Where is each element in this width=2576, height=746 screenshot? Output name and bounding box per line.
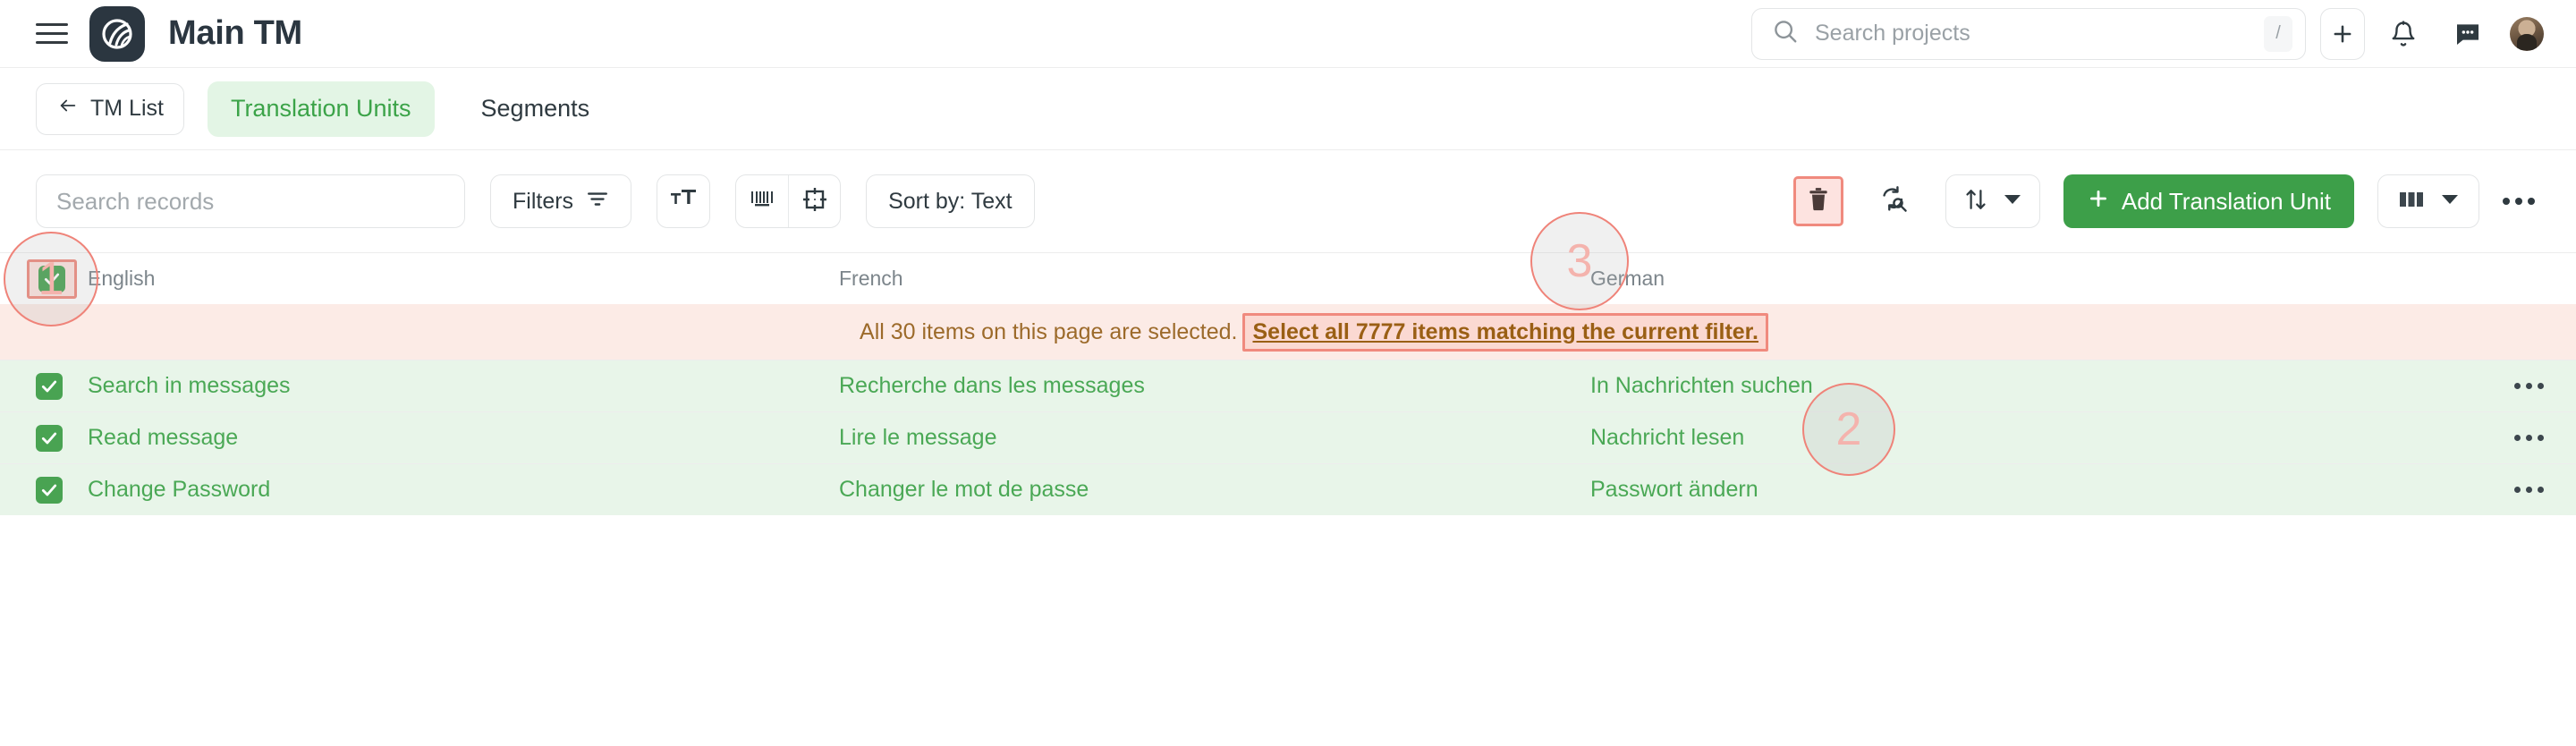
row-select-cell — [36, 424, 88, 452]
cell-german: Passwort ändern — [1590, 477, 1758, 502]
row-checkbox[interactable] — [36, 372, 63, 400]
table-row[interactable]: Change Password Changer le mot de passe … — [0, 463, 2576, 515]
sort-by-label: Sort by: Text — [888, 188, 1013, 214]
cell-german: Nachricht lesen — [1590, 425, 1745, 450]
font-size-button[interactable] — [657, 174, 711, 228]
delete-button[interactable] — [1792, 176, 1843, 226]
tag-target-button-group — [735, 174, 842, 228]
cell-english: Read message — [88, 425, 239, 450]
avatar[interactable] — [2510, 16, 2544, 51]
column-header-english[interactable]: English — [88, 267, 839, 291]
top-bar: Main TM / — [0, 0, 2576, 68]
records-search[interactable] — [36, 174, 465, 228]
filters-button[interactable]: Filters — [490, 174, 632, 228]
cell-english: Search in messages — [88, 373, 291, 398]
target-button[interactable] — [788, 175, 840, 227]
search-input[interactable] — [1813, 20, 2264, 47]
notifications-button[interactable] — [2377, 8, 2429, 60]
create-new-button[interactable] — [2320, 7, 2365, 60]
crosshair-target-icon — [801, 186, 828, 217]
tab-bar: TM List Translation Units Segments — [0, 68, 2576, 150]
trash-icon — [1807, 187, 1830, 216]
row-select-cell — [36, 476, 88, 504]
arrow-left-icon — [56, 96, 80, 122]
barcode-tag-button[interactable] — [736, 175, 788, 227]
more-horizontal-icon — [2514, 487, 2544, 493]
chevron-down-icon — [2004, 193, 2021, 210]
search-icon — [1772, 18, 1799, 49]
cell-french: Lire le message — [839, 425, 997, 450]
select-all-matching-highlight: Select all 7777 items matching the curre… — [1242, 312, 1768, 352]
select-all-cell — [27, 259, 88, 299]
cell-english: Change Password — [88, 477, 271, 502]
tab-translation-units-label: Translation Units — [230, 95, 411, 122]
select-all-matching-link[interactable]: Select all 7777 items matching the curre… — [1252, 319, 1758, 344]
columns-icon — [2398, 188, 2425, 216]
filter-icon — [586, 187, 609, 216]
chevron-down-icon — [2441, 193, 2459, 210]
more-horizontal-icon — [2503, 198, 2535, 205]
cell-french: Changer le mot de passe — [839, 477, 1089, 502]
sort-by-button[interactable]: Sort by: Text — [866, 174, 1035, 228]
refresh-search-icon — [1880, 185, 1909, 218]
columns-dropdown[interactable] — [2377, 174, 2479, 228]
hamburger-icon[interactable] — [36, 21, 68, 47]
more-horizontal-icon — [2514, 383, 2544, 389]
column-header-german[interactable]: German — [1590, 267, 2463, 291]
back-to-tm-list-label: TM List — [90, 96, 164, 121]
row-actions[interactable] — [2463, 435, 2544, 441]
table-header-row: English French German — [0, 252, 2576, 304]
column-header-french[interactable]: French — [839, 267, 1590, 291]
row-actions[interactable] — [2463, 487, 2544, 493]
page-title: Main TM — [168, 14, 302, 52]
barcode-tag-icon — [749, 188, 775, 216]
row-checkbox[interactable] — [36, 476, 63, 504]
toolbar-more-button[interactable] — [2494, 174, 2544, 228]
filters-label: Filters — [513, 188, 574, 214]
tab-translation-units[interactable]: Translation Units — [207, 81, 435, 137]
search-shortcut-badge: / — [2264, 15, 2292, 52]
global-search[interactable]: / — [1751, 7, 2306, 60]
select-all-highlight — [27, 259, 77, 299]
cell-german: In Nachrichten suchen — [1590, 373, 1813, 398]
select-all-checkbox[interactable] — [38, 265, 65, 292]
search-records-input[interactable] — [55, 186, 446, 216]
more-horizontal-icon — [2514, 435, 2544, 441]
plus-icon — [2087, 187, 2110, 216]
translation-units-table: English French German All 30 items on th… — [0, 252, 2576, 515]
selection-banner: All 30 items on this page are selected. … — [0, 304, 2576, 360]
row-select-cell — [36, 372, 88, 400]
sort-arrows-icon — [1964, 187, 1987, 216]
table-row[interactable]: Read message Lire le message Nachricht l… — [0, 411, 2576, 463]
back-to-tm-list-button[interactable]: TM List — [36, 82, 184, 135]
tab-segments-label: Segments — [480, 95, 590, 122]
app-logo-icon[interactable] — [89, 5, 145, 62]
selection-banner-text: All 30 items on this page are selected. — [860, 318, 1238, 344]
messages-button[interactable] — [2442, 8, 2494, 60]
refresh-search-button[interactable] — [1867, 174, 1922, 228]
font-size-icon — [669, 186, 698, 217]
toolbar: Filters — [0, 150, 2576, 252]
table-row[interactable]: Search in messages Recherche dans les me… — [0, 360, 2576, 411]
cell-french: Recherche dans les messages — [839, 373, 1145, 398]
tab-segments[interactable]: Segments — [458, 81, 614, 137]
sort-direction-dropdown[interactable] — [1945, 174, 2040, 228]
row-actions[interactable] — [2463, 383, 2544, 389]
add-translation-unit-button[interactable]: Add Translation Unit — [2063, 174, 2354, 228]
row-checkbox[interactable] — [36, 424, 63, 452]
add-translation-unit-label: Add Translation Unit — [2121, 187, 2331, 215]
